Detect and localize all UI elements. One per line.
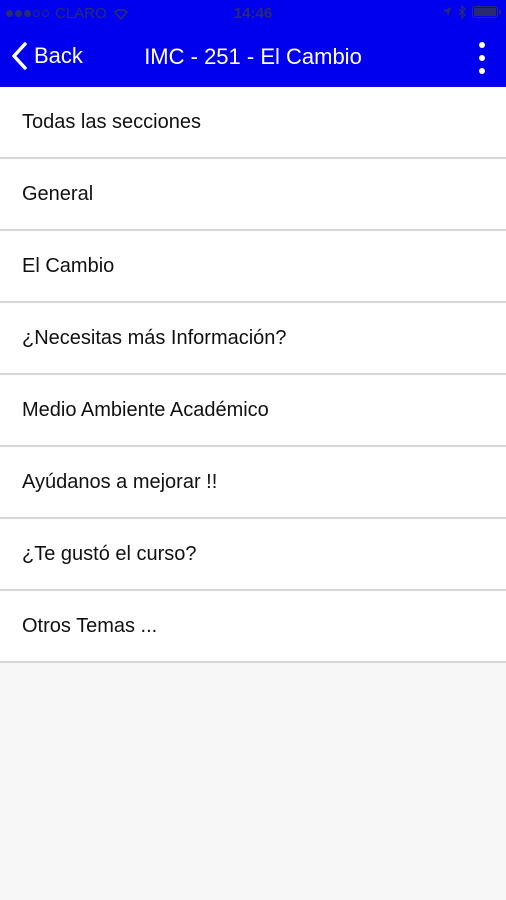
list-item-te-gusto-el-curso[interactable]: ¿Te gustó el curso? (0, 519, 506, 591)
app-screen: CLARO 14:46 Back IMC - 251 - El Cambio T… (0, 0, 506, 900)
list-item-label: Ayúdanos a mejorar !! (22, 470, 218, 493)
list-item-medio-ambiente-academico[interactable]: Medio Ambiente Académico (0, 375, 506, 447)
status-right (442, 5, 501, 19)
more-vertical-icon[interactable] (472, 42, 492, 74)
list-item-necesitas-mas-informacion[interactable]: ¿Necesitas más Información? (0, 303, 506, 375)
list-item-todas-las-secciones[interactable]: Todas las secciones (0, 87, 506, 159)
list-item-label: General (22, 182, 94, 205)
list-item-ayudanos-a-mejorar[interactable]: Ayúdanos a mejorar !! (0, 447, 506, 519)
status-bar: CLARO 14:46 (0, 0, 506, 28)
list-item-el-cambio[interactable]: El Cambio (0, 231, 506, 303)
back-label: Back (34, 43, 83, 68)
list-item-label: Medio Ambiente Académico (22, 398, 269, 421)
list-item-label: ¿Te gustó el curso? (22, 542, 197, 565)
list-item-label: Todas las secciones (22, 110, 201, 133)
chevron-left-icon (12, 42, 27, 70)
list-item-otros-temas[interactable]: Otros Temas ... (0, 591, 506, 663)
list-item-general[interactable]: General (0, 159, 506, 231)
page-title: IMC - 251 - El Cambio (144, 44, 362, 69)
navigation-bar: Back IMC - 251 - El Cambio (0, 28, 506, 87)
list-item-label: El Cambio (22, 254, 115, 277)
back-button[interactable]: Back (10, 41, 83, 71)
status-time: 14:46 (233, 5, 273, 22)
bluetooth-icon (458, 5, 466, 19)
battery-icon (472, 6, 501, 18)
header: CLARO 14:46 Back IMC - 251 - El Cambio (0, 0, 506, 87)
battery-fill (474, 8, 496, 16)
list-item-label: ¿Necesitas más Información? (22, 326, 287, 349)
location-arrow-icon (443, 7, 451, 17)
list-item-label: Otros Temas ... (22, 614, 158, 637)
sections-list: Todas las secciones General El Cambio ¿N… (0, 87, 506, 663)
